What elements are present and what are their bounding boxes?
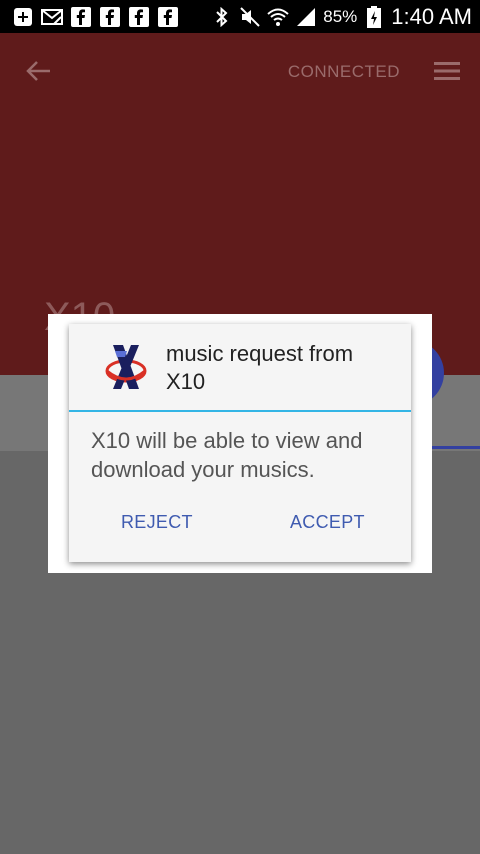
bluetooth-icon bbox=[211, 6, 233, 27]
connection-status: CONNECTED bbox=[287, 62, 400, 81]
status-bar: 85% 1:40 AM bbox=[0, 0, 480, 33]
dialog-title: music request from X10 bbox=[166, 341, 354, 394]
music-request-dialog: music request from X10 X10 will be able … bbox=[69, 324, 411, 562]
add-icon bbox=[12, 7, 34, 27]
facebook-icon bbox=[157, 6, 179, 27]
mute-icon bbox=[239, 6, 261, 27]
system-icons: 85% 1:40 AM bbox=[211, 4, 480, 30]
facebook-icon bbox=[128, 6, 150, 27]
menu-icon[interactable] bbox=[434, 61, 460, 81]
battery-percent: 85% bbox=[323, 6, 358, 26]
facebook-icon bbox=[99, 6, 121, 27]
wifi-icon bbox=[267, 7, 289, 27]
dialog-message: X10 will be able to view and download yo… bbox=[91, 428, 363, 482]
x10-logo-icon bbox=[103, 341, 149, 393]
dialog-header: music request from X10 bbox=[69, 324, 411, 410]
clock: 1:40 AM bbox=[391, 3, 472, 29]
accept-button[interactable]: ACCEPT bbox=[290, 512, 365, 533]
reject-button[interactable]: REJECT bbox=[121, 512, 193, 533]
dialog-divider bbox=[69, 410, 411, 412]
mail-muted-icon bbox=[41, 7, 63, 27]
signal-icon bbox=[295, 7, 317, 27]
battery-charging-icon bbox=[363, 5, 385, 28]
facebook-icon bbox=[70, 6, 92, 27]
notification-icons bbox=[0, 6, 179, 27]
back-arrow-icon[interactable] bbox=[24, 59, 52, 83]
